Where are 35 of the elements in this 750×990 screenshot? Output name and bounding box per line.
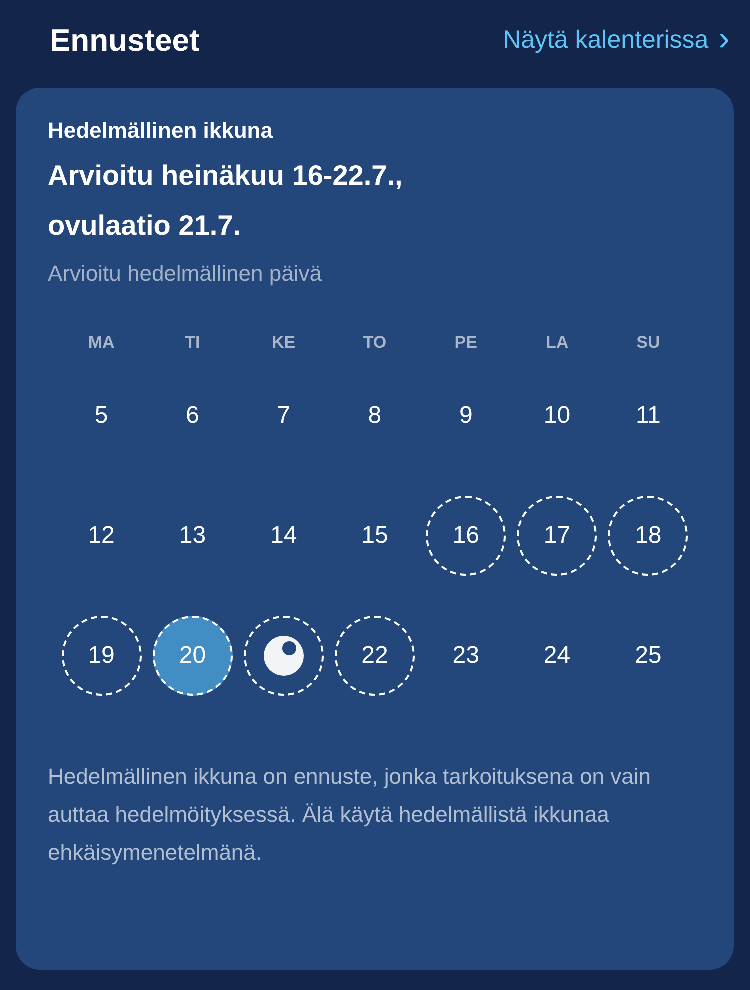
calendar-day[interactable]: 10 (517, 376, 598, 456)
calendar-link[interactable]: Näytä kalenterissa › (503, 22, 730, 60)
egg-cell-icon (264, 636, 304, 676)
disclaimer-text: Hedelmällinen ikkuna on ennuste, jonka tarkoituksena on vain auttaa hedelmöityksessä. Älä käytä hedelmällistä ikkunaa ehkäisymenetelmänä. (48, 762, 652, 867)
calendar-day[interactable]: 13 (152, 496, 233, 576)
calendar-day[interactable]: 23 (426, 616, 506, 696)
calendar-day[interactable]: 24 (517, 616, 598, 696)
weekday-label: SU (636, 332, 660, 354)
calendar-day[interactable]: 7 (244, 376, 324, 456)
card-subtitle: Hedelmällinen ikkuna (48, 117, 274, 145)
calendar-day[interactable]: 22 (334, 616, 415, 696)
card-title: Arvioitu heinäkuu 16-22.7., ovulaatio 21.7. (48, 159, 404, 243)
calendar-day[interactable]: 15 (334, 496, 415, 576)
calendar-day[interactable]: 12 (62, 496, 142, 576)
weekday-label: LA (546, 332, 569, 354)
calendar-day[interactable]: 16 (426, 496, 506, 576)
calendar-day[interactable]: 11 (608, 376, 688, 456)
weekday-label: KE (272, 332, 296, 354)
legend-text: Arvioitu hedelmällinen päivä (48, 260, 323, 288)
calendar-day[interactable]: 20 (152, 616, 233, 696)
calendar-day[interactable]: 19 (62, 616, 142, 696)
ovulation-day[interactable] (244, 616, 324, 696)
weekday-label: TO (363, 332, 387, 354)
calendar-day[interactable]: 9 (426, 376, 506, 456)
weekday-label: MA (88, 332, 115, 354)
calendar-day[interactable]: 14 (244, 496, 324, 576)
weekday-label: TI (185, 332, 200, 354)
calendar-day[interactable]: 5 (62, 376, 142, 456)
weekday-label: PE (454, 332, 478, 354)
calendar-day[interactable]: 18 (608, 496, 688, 576)
calendar-day[interactable]: 25 (608, 616, 688, 696)
calendar-day[interactable]: 8 (334, 376, 415, 456)
calendar-day[interactable]: 17 (517, 496, 598, 576)
section-title: Ennusteet (50, 22, 200, 60)
calendar-day[interactable]: 6 (152, 376, 233, 456)
